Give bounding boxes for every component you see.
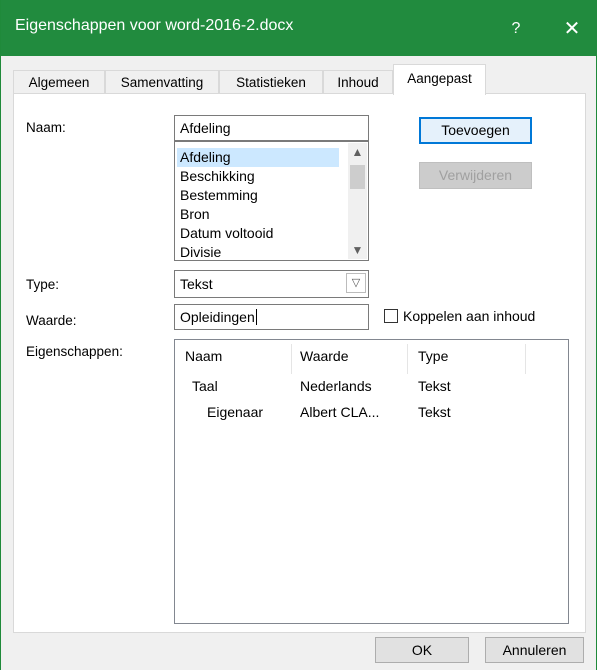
properties-label: Eigenschappen: bbox=[26, 344, 123, 359]
tab-panel-aangepast: Naam: Afdeling Afdeling Beschikking Best… bbox=[13, 93, 586, 633]
remove-button[interactable]: Verwijderen bbox=[419, 162, 532, 189]
tab-aangepast[interactable]: Aangepast bbox=[393, 64, 486, 95]
list-item[interactable]: Bron bbox=[177, 205, 339, 224]
row-value-cell[interactable]: Albert CLA... bbox=[300, 404, 379, 420]
column-header-type[interactable]: Type bbox=[418, 348, 448, 364]
properties-dialog: Eigenschappen voor word-2016-2.docx ? ✕ … bbox=[0, 0, 597, 670]
list-item[interactable]: Afdeling bbox=[177, 148, 339, 167]
type-label: Type: bbox=[26, 277, 60, 292]
tab-inhoud[interactable]: Inhoud bbox=[323, 70, 393, 94]
type-select-value: Tekst bbox=[180, 276, 213, 292]
row-value-cell[interactable]: Nederlands bbox=[300, 378, 372, 394]
column-divider[interactable] bbox=[291, 344, 292, 374]
column-header-value[interactable]: Waarde bbox=[300, 348, 349, 364]
link-content-label[interactable]: Koppelen aan inhoud bbox=[403, 308, 535, 324]
column-divider[interactable] bbox=[525, 344, 526, 374]
value-input-value: Opleidingen bbox=[180, 309, 255, 325]
name-input[interactable]: Afdeling bbox=[174, 115, 369, 141]
column-header-name[interactable]: Naam bbox=[185, 348, 222, 364]
scroll-down-icon[interactable]: ▼ bbox=[348, 243, 367, 257]
list-item[interactable]: Beschikking bbox=[177, 167, 339, 186]
ok-button[interactable]: OK bbox=[375, 637, 469, 663]
chevron-down-icon[interactable]: ▽ bbox=[346, 273, 366, 293]
tab-algemeen[interactable]: Algemeen bbox=[13, 70, 105, 94]
tab-samenvatting[interactable]: Samenvatting bbox=[105, 70, 219, 94]
tab-statistieken[interactable]: Statistieken bbox=[219, 70, 323, 94]
name-label: Naam: bbox=[26, 120, 66, 135]
value-input[interactable]: Opleidingen bbox=[174, 304, 369, 330]
listbox-scrollbar[interactable]: ▲ ▼ bbox=[348, 143, 367, 259]
row-name-cell[interactable]: Taal bbox=[192, 378, 218, 394]
type-select[interactable]: Tekst ▽ bbox=[174, 270, 369, 298]
row-type-cell[interactable]: Tekst bbox=[418, 404, 451, 420]
name-input-value: Afdeling bbox=[180, 120, 231, 136]
close-icon[interactable]: ✕ bbox=[557, 14, 587, 44]
list-item[interactable]: Datum voltooid bbox=[177, 224, 339, 243]
title-bar[interactable]: Eigenschappen voor word-2016-2.docx ? ✕ bbox=[1, 0, 597, 56]
list-item[interactable]: Divisie bbox=[177, 243, 339, 260]
properties-listview[interactable]: Naam Waarde Type Taal Nederlands Tekst E… bbox=[174, 339, 569, 624]
row-name-cell[interactable]: Eigenaar bbox=[207, 404, 263, 420]
list-item[interactable]: Bestemming bbox=[177, 186, 339, 205]
add-button[interactable]: Toevoegen bbox=[419, 117, 532, 144]
value-label: Waarde: bbox=[26, 313, 77, 328]
text-caret bbox=[255, 309, 257, 325]
link-content-checkbox[interactable] bbox=[384, 309, 398, 323]
row-type-cell[interactable]: Tekst bbox=[418, 378, 451, 394]
name-listbox[interactable]: Afdeling Beschikking Bestemming Bron Dat… bbox=[174, 141, 369, 261]
column-divider[interactable] bbox=[407, 344, 408, 374]
help-icon[interactable]: ? bbox=[501, 14, 531, 44]
scroll-thumb[interactable] bbox=[350, 165, 365, 189]
scroll-up-icon[interactable]: ▲ bbox=[348, 145, 367, 159]
window-title: Eigenschappen voor word-2016-2.docx bbox=[15, 17, 294, 34]
tab-strip: Algemeen Samenvatting Statistieken Inhou… bbox=[13, 64, 588, 95]
cancel-button[interactable]: Annuleren bbox=[485, 637, 584, 663]
